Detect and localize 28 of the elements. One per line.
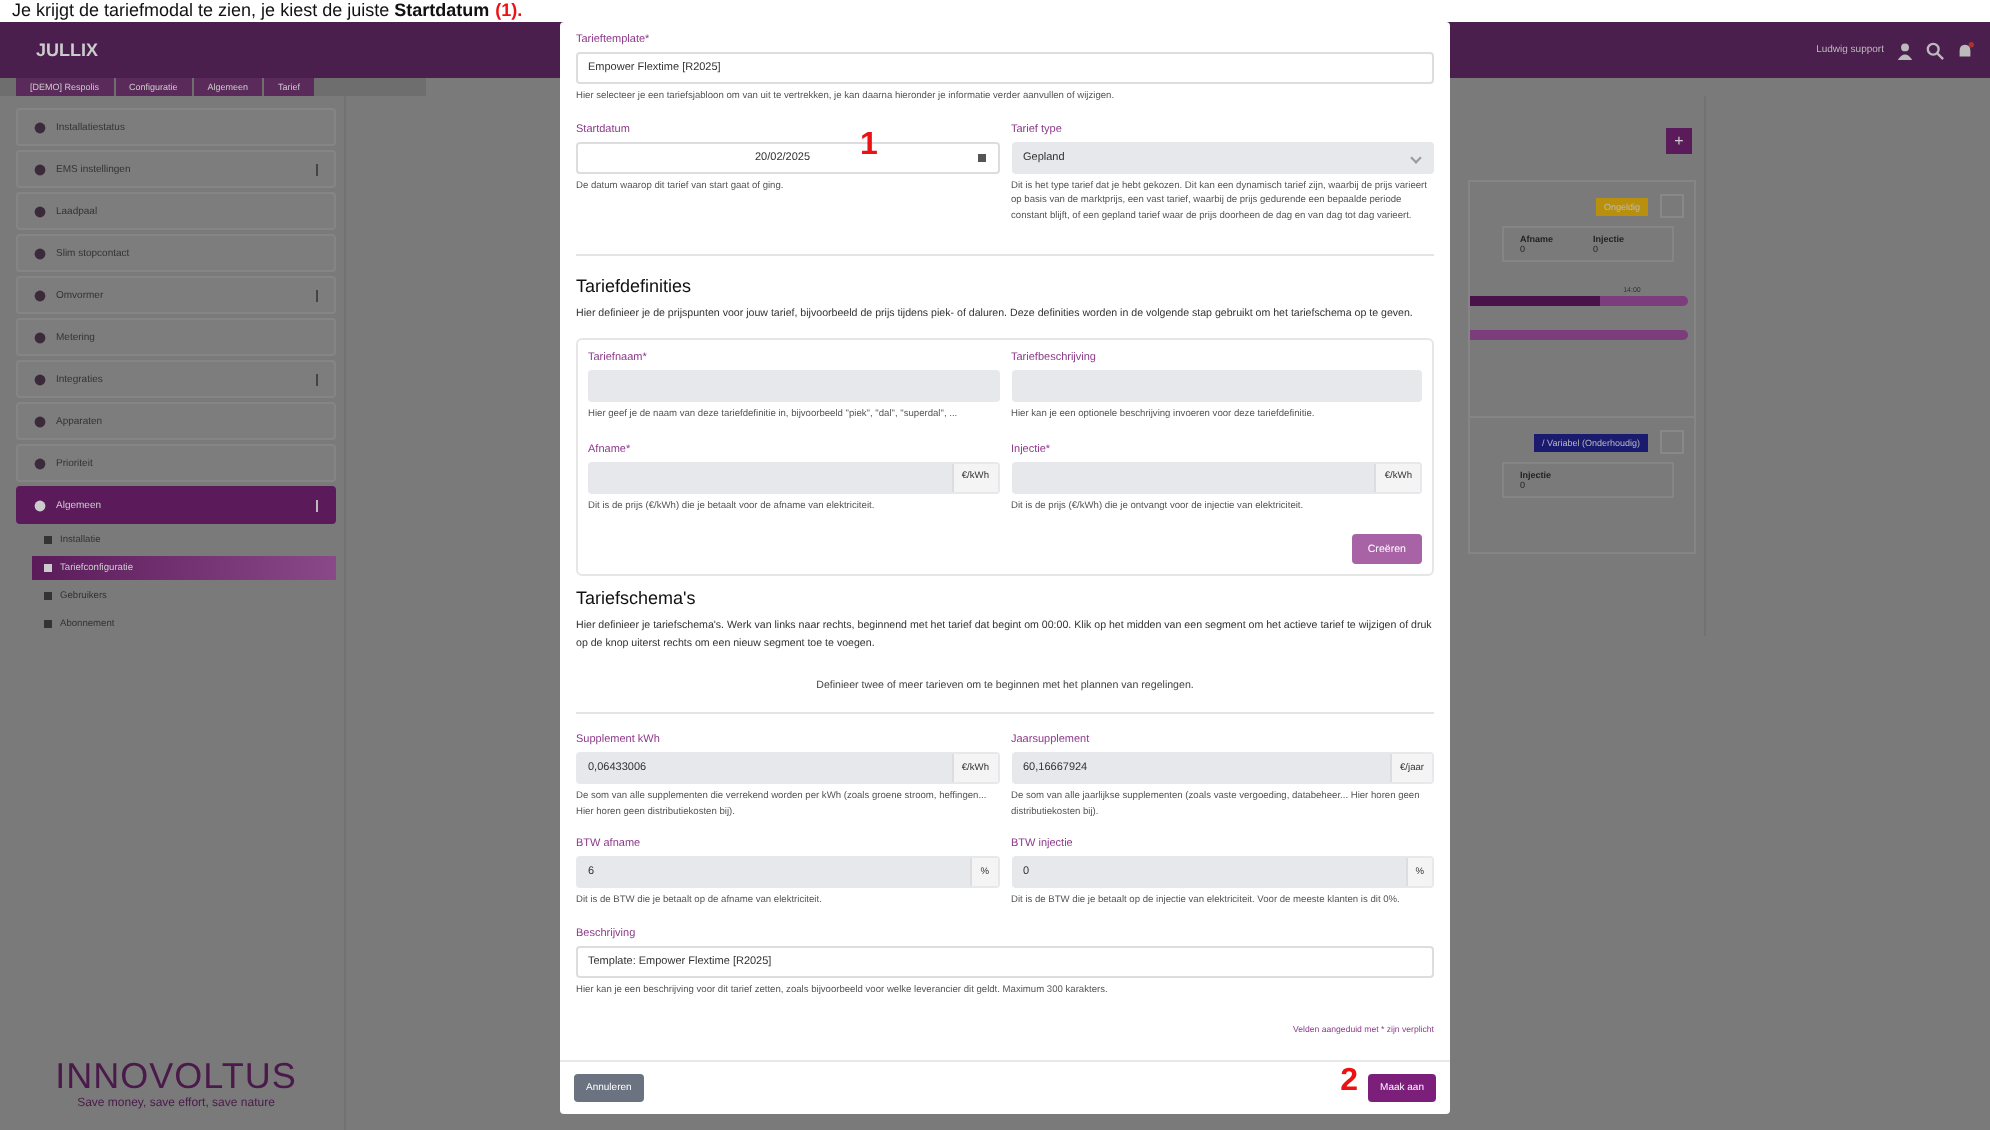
section-title: Tariefdefinities bbox=[576, 276, 694, 296]
circle-icon bbox=[34, 457, 46, 469]
circle-icon bbox=[34, 331, 46, 343]
input-field[interactable] bbox=[1011, 370, 1422, 402]
add-button[interactable]: + bbox=[1666, 128, 1692, 154]
user-icon[interactable] bbox=[1896, 41, 1914, 59]
section-title: Tariefschema's bbox=[576, 588, 698, 608]
app-logo[interactable]: JULLIX bbox=[36, 40, 99, 60]
calendar-icon bbox=[977, 153, 985, 161]
circle-icon bbox=[34, 415, 46, 427]
circle-icon bbox=[34, 373, 46, 385]
brand-logo: INNOVOLTUS bbox=[55, 1056, 297, 1097]
square-icon bbox=[44, 620, 52, 628]
bell-icon[interactable] bbox=[1956, 41, 1974, 59]
circle-icon bbox=[34, 205, 46, 217]
caption-text: Je krijgt de tariefmodal te zien, je kiest de juiste Startdatum bbox=[12, 0, 490, 22]
square-icon bbox=[44, 536, 52, 544]
circle-icon bbox=[34, 163, 46, 175]
circle-icon bbox=[34, 289, 46, 301]
circle-icon bbox=[34, 247, 46, 259]
step-marker: 2 bbox=[1340, 1066, 1358, 1098]
circle-icon bbox=[34, 499, 46, 511]
step-marker: (1). bbox=[495, 0, 523, 22]
square-icon bbox=[44, 564, 52, 572]
search-icon[interactable] bbox=[1926, 41, 1944, 59]
square-icon bbox=[44, 592, 52, 600]
circle-icon bbox=[34, 121, 46, 133]
input-field[interactable] bbox=[588, 370, 999, 402]
